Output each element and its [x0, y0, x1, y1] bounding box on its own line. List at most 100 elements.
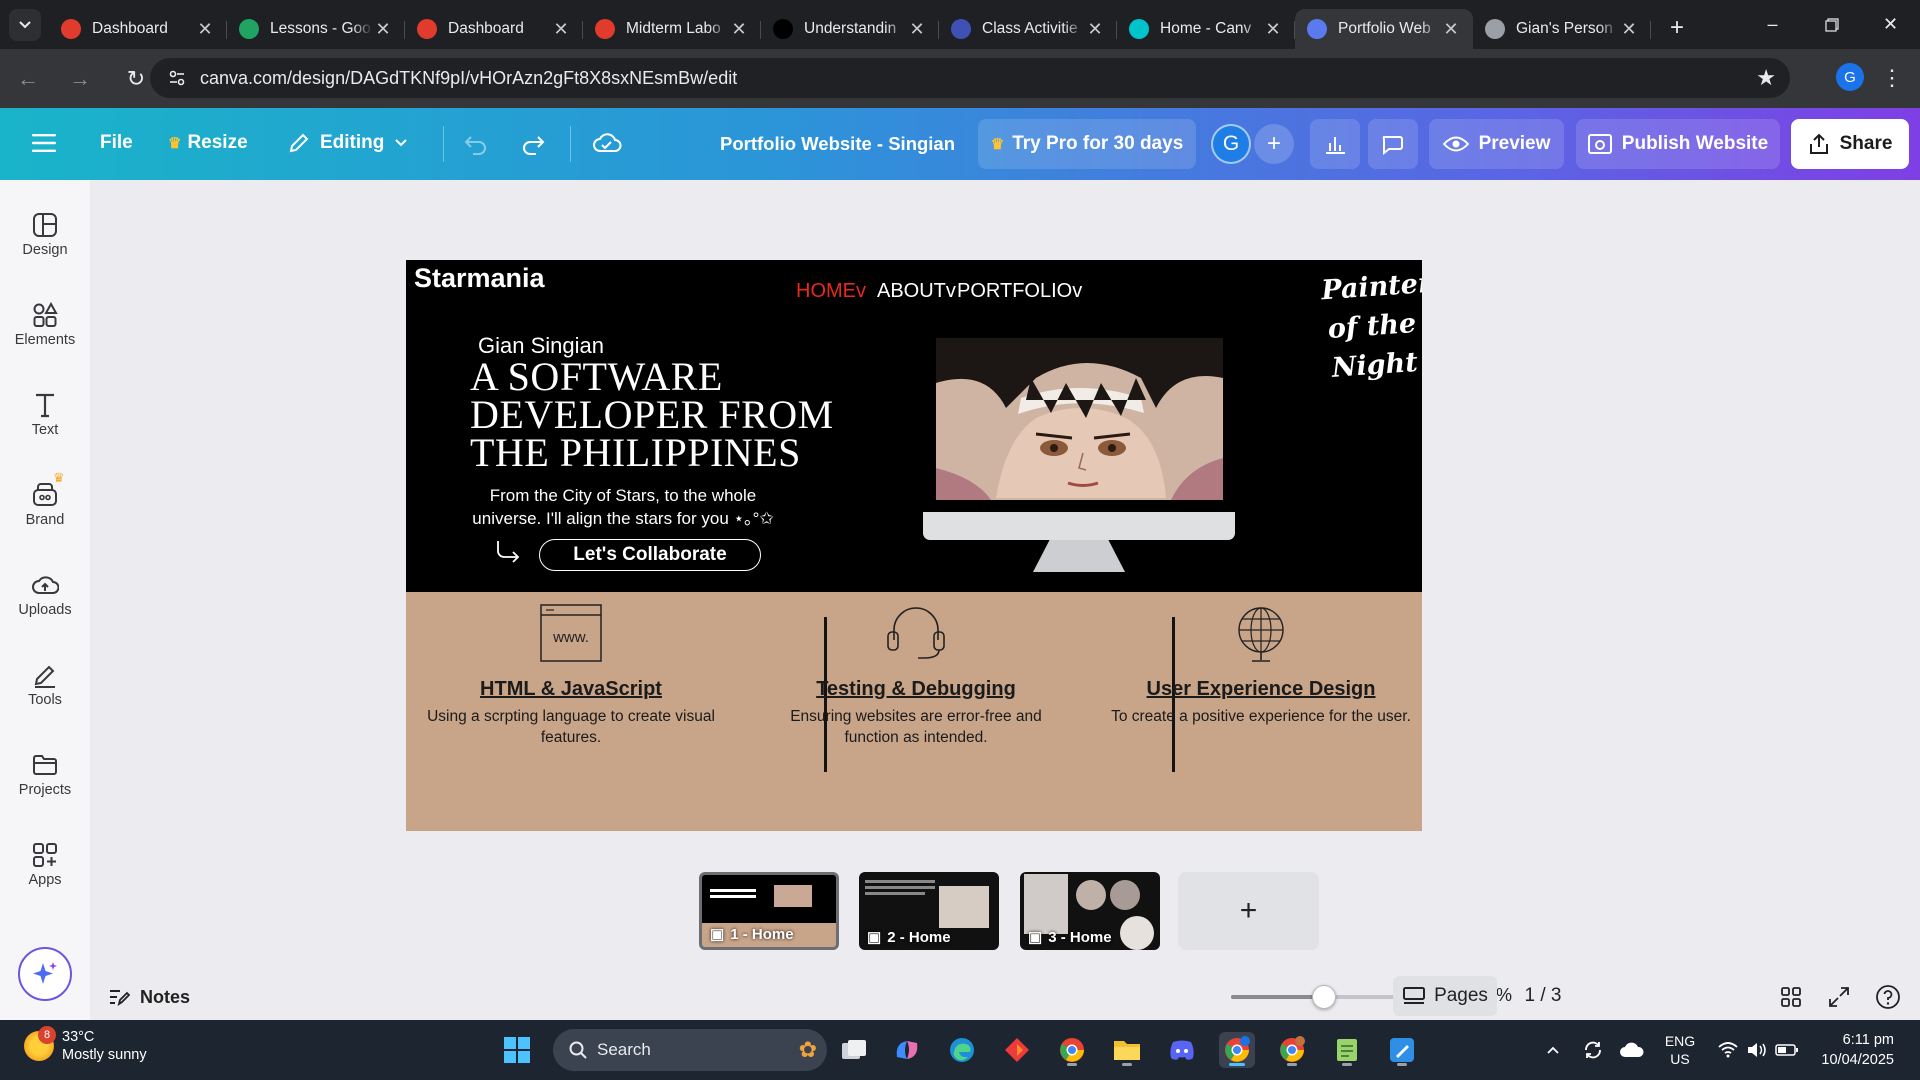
browser-tab[interactable]: Dashboard ✕ [49, 9, 227, 49]
brand-logo[interactable]: Starmania [414, 263, 545, 294]
grid-view-icon[interactable] [1776, 982, 1806, 1012]
close-tab-icon[interactable]: ✕ [1441, 19, 1461, 40]
browser-tab[interactable]: Lessons - Goo ✕ [227, 9, 405, 49]
file-explorer-icon[interactable] [1109, 1032, 1145, 1068]
close-tab-icon[interactable]: ✕ [1085, 19, 1105, 40]
sidebar-item-apps[interactable]: Apps [0, 838, 90, 908]
battery-icon[interactable] [1774, 1032, 1800, 1068]
sidebar-item-elements[interactable]: Elements [0, 298, 90, 368]
browser-tab[interactable]: Gian's Person ✕ [1473, 9, 1651, 49]
show-hidden-icons[interactable] [1543, 1032, 1563, 1068]
browser-tab[interactable]: Class Activitie ✕ [939, 9, 1117, 49]
close-tab-icon[interactable]: ✕ [551, 19, 571, 40]
forward-button[interactable]: → [60, 59, 100, 99]
sync-icon[interactable] [1580, 1032, 1606, 1068]
script-title[interactable]: Painter of the Night [1320, 265, 1422, 388]
browser-tab[interactable]: Dashboard ✕ [405, 9, 583, 49]
nav-about[interactable]: ABOUTv [877, 280, 956, 303]
sidebar-item-design[interactable]: Design [0, 208, 90, 278]
sidebar-item-projects[interactable]: Projects [0, 748, 90, 818]
file-menu[interactable]: File [100, 132, 133, 154]
main-menu-icon[interactable] [32, 133, 56, 153]
tab-search-button[interactable] [9, 8, 41, 41]
redo-icon[interactable] [520, 132, 546, 156]
close-tab-icon[interactable]: ✕ [907, 19, 927, 40]
try-pro-button[interactable]: ♛ Try Pro for 30 days [978, 119, 1196, 169]
browser-tab[interactable]: Understandin ✕ [761, 9, 939, 49]
undo-icon[interactable] [463, 132, 489, 156]
notes-button[interactable]: Notes [108, 982, 190, 1012]
chrome-profile-icon[interactable] [1219, 1032, 1255, 1068]
url-text[interactable]: canva.com/design/DAGdTKNf9pI/vHOrAzn2gFt… [200, 68, 737, 89]
collaborator-avatar[interactable]: G [1211, 124, 1251, 164]
pages-toggle-button[interactable]: Pages [1393, 976, 1497, 1016]
task-view-icon[interactable] [836, 1032, 872, 1068]
browser-tab[interactable]: Home - Canv ✕ [1117, 9, 1295, 49]
weather-widget[interactable]: 8 33°C Mostly sunny [24, 1026, 147, 1064]
browser-tab[interactable]: Portfolio Web ✕ [1295, 9, 1473, 49]
close-tab-icon[interactable]: ✕ [373, 19, 393, 40]
restore-button[interactable] [1802, 0, 1861, 49]
back-button[interactable]: ← [8, 59, 48, 99]
edge-browser-icon[interactable] [944, 1032, 980, 1068]
zoom-slider-handle[interactable] [1311, 985, 1336, 1009]
wifi-icon[interactable] [1716, 1032, 1740, 1068]
collaborate-button[interactable]: Let's Collaborate [539, 539, 761, 571]
sidebar-item-brand[interactable]: ♛ Brand [0, 470, 90, 548]
notepad-app-icon[interactable] [1329, 1032, 1365, 1068]
minimize-button[interactable]: – [1743, 0, 1802, 49]
share-button[interactable]: Share [1791, 119, 1909, 169]
service-testing[interactable]: Testing & Debugging Ensuring websites ar… [751, 592, 1081, 831]
close-tab-icon[interactable]: ✕ [1619, 19, 1639, 40]
service-ux[interactable]: User Experience Design To create a posit… [1096, 592, 1422, 831]
sidebar-item-uploads[interactable]: Uploads [0, 568, 90, 638]
chrome-icon[interactable] [1054, 1032, 1090, 1068]
input-language[interactable]: ENG US [1660, 1032, 1700, 1068]
copilot-icon[interactable] [889, 1032, 925, 1068]
portrait-image[interactable] [936, 338, 1223, 500]
hero-headline[interactable]: A SOFTWARE DEVELOPER FROM THE PHILIPPINE… [470, 357, 850, 473]
paint-app-icon[interactable] [1384, 1032, 1420, 1068]
document-title[interactable]: Portfolio Website - Singian [720, 133, 955, 155]
new-tab-button[interactable]: + [1661, 12, 1693, 44]
app-red-diamond-icon[interactable] [999, 1032, 1035, 1068]
system-clock[interactable]: 6:11 pm 10/04/2025 [1808, 1030, 1894, 1070]
close-tab-icon[interactable]: ✕ [195, 19, 215, 40]
add-collaborator-button[interactable]: + [1254, 124, 1294, 164]
discord-icon[interactable] [1164, 1032, 1200, 1068]
omnibox[interactable]: canva.com/design/DAGdTKNf9pI/vHOrAzn2gFt… [150, 58, 1790, 98]
sidebar-item-text[interactable]: Text [0, 388, 90, 458]
bookmark-star-icon[interactable]: ★ [1756, 65, 1776, 91]
browser-menu-icon[interactable]: ⋮ [1878, 63, 1906, 93]
page-thumbnail-3[interactable]: ▣ 3 - Home [1020, 872, 1160, 950]
editing-mode-dropdown[interactable]: Editing [288, 132, 408, 154]
resize-button[interactable]: ♛ Resize [168, 132, 248, 154]
onedrive-cloud-icon[interactable] [1618, 1032, 1646, 1068]
cloud-saved-icon[interactable] [592, 130, 622, 156]
hero-subtitle[interactable]: From the City of Stars, to the whole uni… [458, 484, 788, 530]
nav-home[interactable]: HOMEv [796, 280, 866, 303]
preview-button[interactable]: Preview [1429, 119, 1564, 169]
page-thumbnail-2[interactable]: ▣ 2 - Home [859, 872, 999, 950]
magic-assistant-button[interactable] [18, 947, 72, 1001]
publish-website-button[interactable]: Publish Website [1576, 119, 1780, 169]
close-tab-icon[interactable]: ✕ [729, 19, 749, 40]
comments-button[interactable] [1368, 119, 1418, 169]
profile-avatar[interactable]: G [1836, 63, 1864, 91]
sidebar-item-tools[interactable]: Tools [0, 658, 90, 728]
help-icon[interactable] [1873, 982, 1903, 1012]
volume-icon[interactable] [1745, 1032, 1769, 1068]
service-html-js[interactable]: www. HTML & JavaScript Using a scrpting … [406, 592, 736, 831]
close-window-button[interactable]: ✕ [1861, 0, 1920, 49]
nav-portfolio[interactable]: PORTFOLIOv [957, 280, 1082, 303]
page-thumbnail-1[interactable]: ▣ 1 - Home [699, 872, 839, 950]
analytics-button[interactable] [1310, 119, 1360, 169]
close-tab-icon[interactable]: ✕ [1263, 19, 1283, 40]
browser-tab[interactable]: Midterm Labo ✕ [583, 9, 761, 49]
chrome-second-profile-icon[interactable] [1274, 1032, 1310, 1068]
hero-section[interactable]: Starmania HOMEv ABOUTv PORTFOLIOv Painte… [406, 260, 1422, 592]
page-counter[interactable]: 1 / 3 [1498, 985, 1588, 1007]
taskbar-search[interactable]: Search ✿ [553, 1029, 827, 1071]
fullscreen-icon[interactable] [1824, 982, 1854, 1012]
design-page[interactable]: Starmania HOMEv ABOUTv PORTFOLIOv Painte… [406, 260, 1422, 831]
